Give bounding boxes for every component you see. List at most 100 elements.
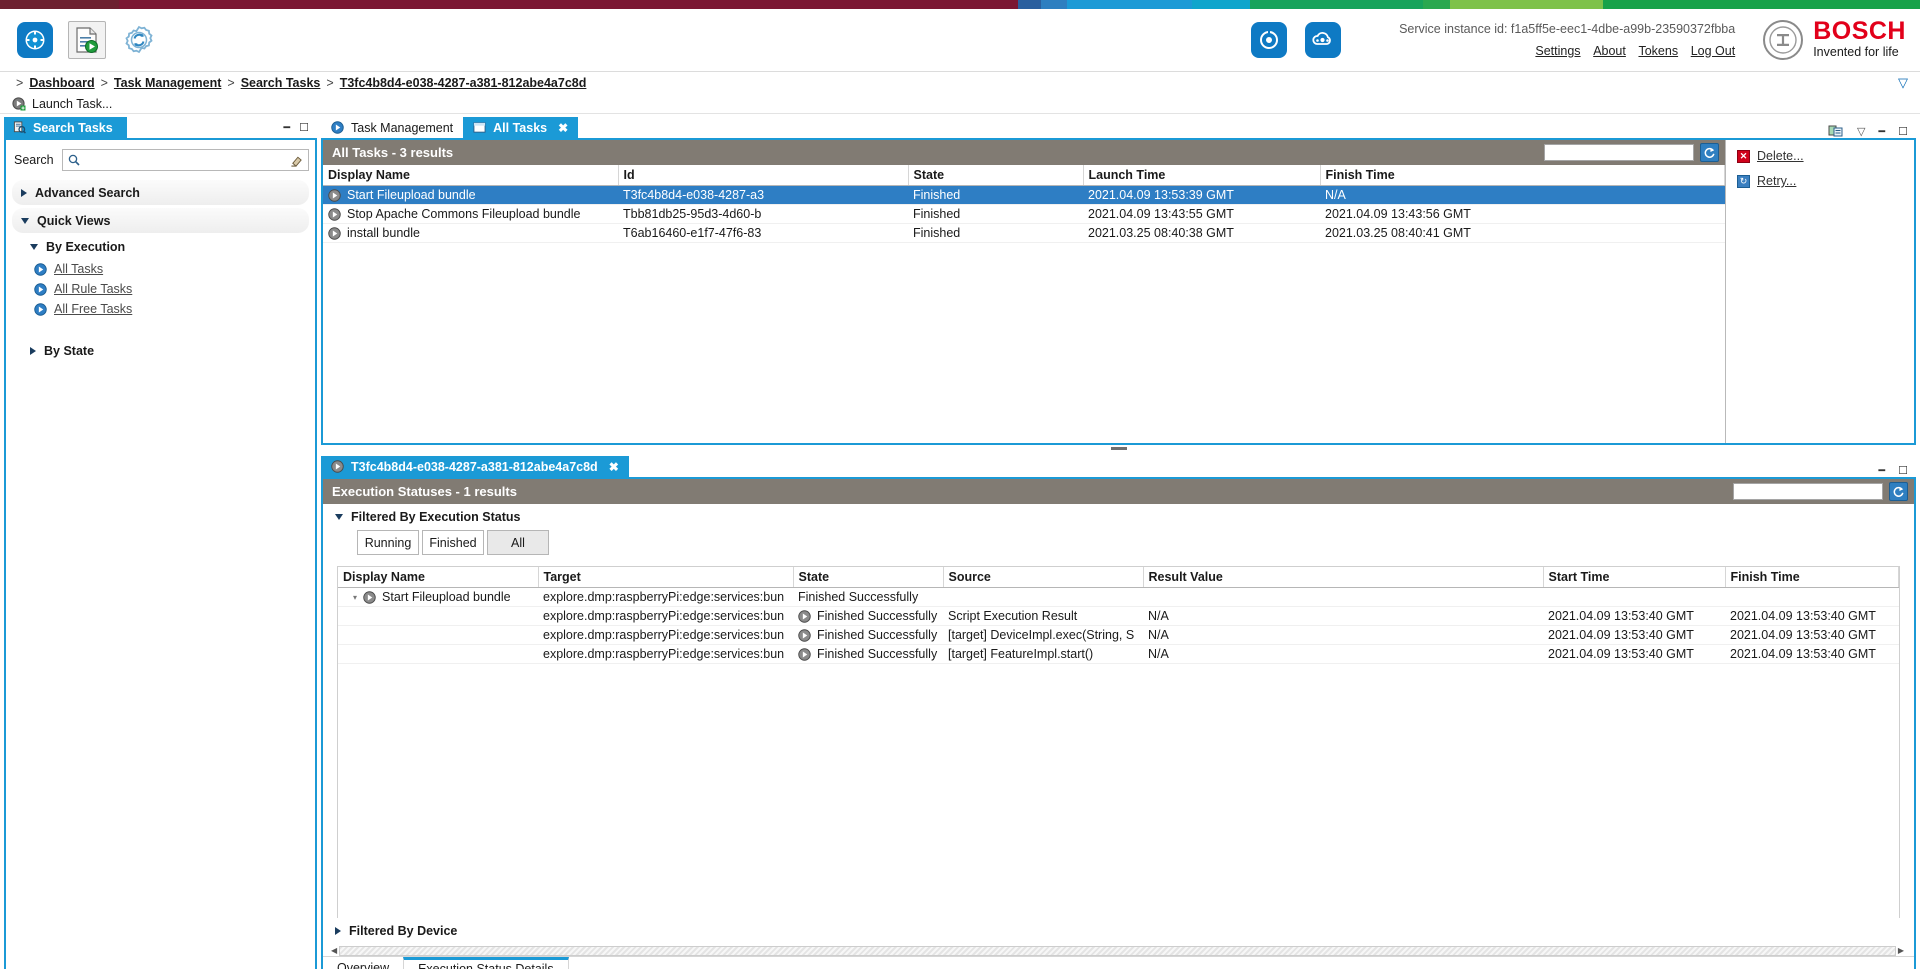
scroll-track[interactable] xyxy=(339,945,1896,956)
all-tasks-search-box[interactable] xyxy=(1544,144,1698,161)
sidebar-item-all-tasks-label[interactable]: All Tasks xyxy=(54,262,103,276)
sidebar-search-box[interactable] xyxy=(61,149,309,171)
breadcrumb-item-task-management[interactable]: Task Management xyxy=(114,76,221,90)
cloud-connect-icon[interactable] xyxy=(1305,21,1342,58)
col-state[interactable]: State xyxy=(793,567,944,588)
sidebar-item-all-free-tasks[interactable]: All Free Tasks xyxy=(12,300,309,318)
navigate-icon-button[interactable] xyxy=(16,21,54,59)
chevron-down-icon[interactable]: ▽ xyxy=(1857,125,1865,138)
new-task-document-icon-button[interactable] xyxy=(68,21,106,59)
table-row[interactable]: explore.dmp:raspberryPi:edge:services:bu… xyxy=(338,606,1899,626)
col-start-time[interactable]: Start Time xyxy=(1543,567,1726,588)
filter-button-finished[interactable]: Finished xyxy=(422,530,484,555)
filter-by-execution-status-header[interactable]: Filtered By Execution Status xyxy=(323,504,1914,529)
cell-source xyxy=(943,587,1143,607)
breadcrumb-collapse-icon[interactable]: ▽ xyxy=(1898,75,1908,91)
tab-search-tasks[interactable]: Search Tasks xyxy=(4,117,127,138)
sidebar-item-all-free-tasks-label[interactable]: All Free Tasks xyxy=(54,302,132,316)
sidebar-by-state[interactable]: By State xyxy=(12,340,309,362)
col-source[interactable]: Source xyxy=(943,567,1144,588)
tab-overview[interactable]: Overview xyxy=(323,957,403,969)
tab-all-tasks-close-icon[interactable]: ✖ xyxy=(558,121,568,135)
minimize-icon[interactable]: ━ xyxy=(284,121,291,134)
header-link-tokens[interactable]: Tokens xyxy=(1638,44,1678,58)
action-delete-label[interactable]: Delete... xyxy=(1757,149,1804,163)
all-tasks-search-input[interactable] xyxy=(1552,145,1698,160)
col-finish-time[interactable]: Finish Time xyxy=(1725,567,1899,588)
col-result-value[interactable]: Result Value xyxy=(1143,567,1544,588)
target-circle-icon[interactable] xyxy=(1251,21,1288,58)
col-finish-time[interactable]: Finish Time xyxy=(1320,165,1725,186)
sidebar-quick-views[interactable]: Quick Views xyxy=(12,208,309,233)
sidebar-item-all-rule-tasks[interactable]: All Rule Tasks xyxy=(12,280,309,298)
sidebar-quick-views-label: Quick Views xyxy=(37,213,111,228)
maximize-icon[interactable]: ☐ xyxy=(1898,125,1908,138)
header-link-settings[interactable]: Settings xyxy=(1535,44,1580,58)
col-target[interactable]: Target xyxy=(538,567,794,588)
header-link-about[interactable]: About xyxy=(1593,44,1626,58)
sidebar-search-input[interactable] xyxy=(84,152,285,168)
col-state[interactable]: State xyxy=(908,165,1084,186)
breadcrumb-item-search-tasks[interactable]: Search Tasks xyxy=(241,76,321,90)
cell-id: T6ab16460-e1f7-47f6-83 xyxy=(618,223,908,243)
all-tasks-body: All Tasks - 3 results Display Name Id St… xyxy=(321,138,1916,445)
execution-statuses-search-input[interactable] xyxy=(1741,484,1887,499)
all-tasks-refresh-button[interactable] xyxy=(1700,143,1719,162)
expand-triangle-icon[interactable]: ▾ xyxy=(353,593,357,602)
header-links: Settings About Tokens Log Out xyxy=(1399,41,1735,62)
header-link-logout[interactable]: Log Out xyxy=(1691,44,1735,58)
sidebar-by-execution[interactable]: By Execution xyxy=(12,236,309,258)
maximize-icon[interactable]: ☐ xyxy=(299,121,309,134)
breadcrumb-item-task-id[interactable]: T3fc4b8d4-e038-4287-a381-812abe4a7c8d xyxy=(340,76,587,90)
cell-finish-time: 2021.04.09 13:43:56 GMT xyxy=(1320,204,1725,224)
action-retry[interactable]: ↻ Retry... xyxy=(1737,174,1914,188)
col-display-name[interactable]: Display Name xyxy=(323,165,619,186)
chevron-right-icon xyxy=(30,347,36,355)
play-circle-icon xyxy=(331,121,344,134)
cell-state-text: Finished Successfully xyxy=(817,628,938,642)
cell-display-name: Stop Apache Commons Fileupload bundle xyxy=(323,204,618,224)
tile-windows-icon[interactable] xyxy=(1828,124,1844,138)
tab-execution-statuses[interactable]: T3fc4b8d4-e038-4287-a381-812abe4a7c8d ✖ xyxy=(321,456,629,477)
col-display-name[interactable]: Display Name xyxy=(338,567,539,588)
filter-button-all[interactable]: All xyxy=(487,530,549,555)
refresh-gear-icon-button[interactable] xyxy=(120,21,158,59)
maximize-icon[interactable]: ☐ xyxy=(1898,464,1908,477)
cell-result-value: N/A xyxy=(1143,625,1543,645)
table-row[interactable]: ▾ Start Fileupload bundle explore.dmp:ra xyxy=(338,587,1899,607)
scroll-left-icon[interactable]: ◀ xyxy=(331,946,337,955)
col-id[interactable]: Id xyxy=(618,165,909,186)
table-row[interactable]: Start Fileupload bundle T3fc4b8d4-e038-4… xyxy=(323,185,1725,205)
breadcrumb-item-dashboard[interactable]: Dashboard xyxy=(29,76,94,90)
sidebar-item-all-rule-tasks-label[interactable]: All Rule Tasks xyxy=(54,282,132,296)
launch-task-label[interactable]: Launch Task... xyxy=(32,97,112,111)
filter-by-device-header[interactable]: Filtered By Device xyxy=(323,918,1914,943)
cell-display-name: Start Fileupload bundle xyxy=(323,185,618,205)
table-row[interactable]: install bundle T6ab16460-e1f7-47f6-83 Fi… xyxy=(323,223,1725,243)
action-delete[interactable]: ✕ Delete... xyxy=(1737,149,1914,163)
horizontal-scrollbar[interactable]: ◀ ▶ xyxy=(331,945,1904,956)
cell-start-time: 2021.04.09 13:53:40 GMT xyxy=(1543,625,1725,645)
filter-by-execution-status-label: Filtered By Execution Status xyxy=(351,510,521,524)
minimize-icon[interactable]: ━ xyxy=(1879,125,1886,138)
table-row[interactable]: explore.dmp:raspberryPi:edge:services:bu… xyxy=(338,644,1899,664)
table-row[interactable]: explore.dmp:raspberryPi:edge:services:bu… xyxy=(338,625,1899,645)
sidebar-advanced-search[interactable]: Advanced Search xyxy=(12,180,309,205)
scroll-right-icon[interactable]: ▶ xyxy=(1898,946,1904,955)
cell-display-name-text: install bundle xyxy=(347,226,420,240)
tab-execution-statuses-close-icon[interactable]: ✖ xyxy=(609,460,619,474)
table-row[interactable]: Stop Apache Commons Fileupload bundle Tb… xyxy=(323,204,1725,224)
editor-split-handle[interactable] xyxy=(321,445,1916,452)
action-retry-label[interactable]: Retry... xyxy=(1757,174,1796,188)
tab-execution-status-details[interactable]: Execution Status Details xyxy=(403,957,569,969)
tab-task-management[interactable]: Task Management xyxy=(321,117,464,138)
execution-statuses-search-box[interactable] xyxy=(1733,483,1887,500)
col-launch-time[interactable]: Launch Time xyxy=(1083,165,1321,186)
minimize-icon[interactable]: ━ xyxy=(1879,464,1886,477)
execution-statuses-refresh-button[interactable] xyxy=(1889,482,1908,501)
sidebar-item-all-tasks[interactable]: All Tasks xyxy=(12,260,309,278)
clear-eraser-icon[interactable] xyxy=(290,154,303,167)
execution-statuses-body: Execution Statuses - 1 results Filtered … xyxy=(321,477,1916,969)
tab-all-tasks[interactable]: All Tasks ✖ xyxy=(463,117,579,138)
filter-button-running[interactable]: Running xyxy=(357,530,419,555)
